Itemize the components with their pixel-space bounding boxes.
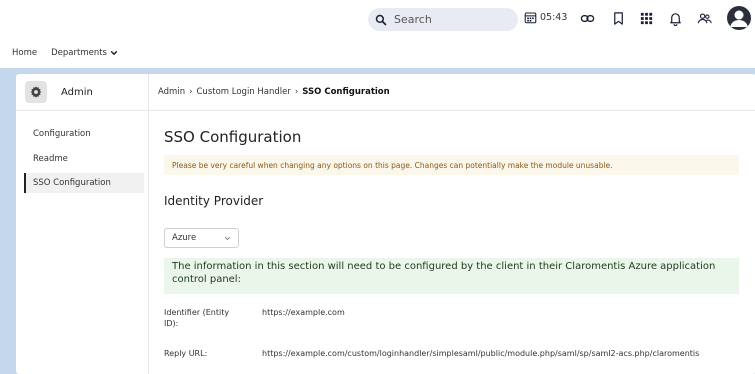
link-icon[interactable]: [579, 10, 595, 26]
sidebar-title: Admin: [61, 86, 93, 98]
nav-departments-label: Departments: [51, 48, 107, 58]
warning-alert: Please be very careful when changing any…: [164, 155, 739, 175]
warning-text: Please be very careful when changing any…: [172, 160, 613, 170]
identifier-label: Identifier (Entity ID):: [164, 308, 230, 328]
search-icon: [375, 14, 387, 25]
identifier-value: https://example.com: [262, 308, 345, 317]
sidebar-item-configuration[interactable]: Configuration: [24, 124, 144, 144]
breadcrumb-admin[interactable]: Admin: [158, 87, 185, 97]
sidebar-item-readme[interactable]: Readme: [24, 149, 144, 169]
nav-home-link[interactable]: Home: [12, 48, 37, 58]
page-title: SSO Configuration: [164, 128, 302, 146]
content-area: Admin › Custom Login Handler › SSO Confi…: [149, 74, 755, 374]
sidebar-item-label: Readme: [33, 154, 68, 164]
breadcrumb-current: SSO Configuration: [302, 87, 390, 97]
identity-provider-value: Azure: [172, 233, 197, 243]
search-input[interactable]: Search: [368, 8, 518, 31]
section-title: Identity Provider: [164, 194, 264, 208]
search-placeholder: Search: [394, 13, 432, 26]
clock-time: 05:43: [540, 12, 568, 23]
chevron-down-icon: [110, 51, 118, 55]
sidebar-header: Admin: [16, 74, 148, 111]
gear-icon: [25, 81, 47, 103]
breadcrumb-separator: ›: [294, 87, 299, 97]
info-alert: The information in this section will nee…: [164, 258, 739, 294]
chevron-down-icon: [224, 236, 231, 240]
clock-button[interactable]: 05:43: [524, 11, 567, 24]
sidebar-item-sso-configuration[interactable]: SSO Configuration: [24, 173, 144, 193]
reply-url-value: https://example.com/custom/loginhandler/…: [262, 349, 700, 358]
apps-grid-icon[interactable]: [638, 10, 654, 26]
user-avatar-icon[interactable]: [727, 6, 751, 30]
bell-icon[interactable]: [667, 10, 683, 26]
breadcrumb-separator: ›: [189, 87, 193, 97]
sidebar: Admin Configuration Readme SSO Configura…: [16, 74, 149, 374]
breadcrumb-custom-login-handler[interactable]: Custom Login Handler: [197, 87, 291, 97]
top-bar: Search 05:43: [0, 0, 755, 40]
top-nav: Home Departments: [12, 48, 118, 58]
sidebar-item-label: Configuration: [33, 129, 91, 139]
identity-provider-select[interactable]: Azure: [164, 228, 239, 248]
reply-url-label: Reply URL:: [164, 349, 208, 358]
info-text: The information in this section will nee…: [172, 261, 716, 285]
nav-departments-dropdown[interactable]: Departments: [51, 48, 118, 58]
bookmark-icon[interactable]: [610, 10, 626, 26]
sidebar-item-label: SSO Configuration: [33, 178, 111, 188]
breadcrumb: Admin › Custom Login Handler › SSO Confi…: [149, 74, 755, 111]
admin-panel: Admin Configuration Readme SSO Configura…: [16, 74, 755, 374]
calendar-icon: [524, 12, 537, 24]
people-icon[interactable]: [696, 10, 712, 26]
